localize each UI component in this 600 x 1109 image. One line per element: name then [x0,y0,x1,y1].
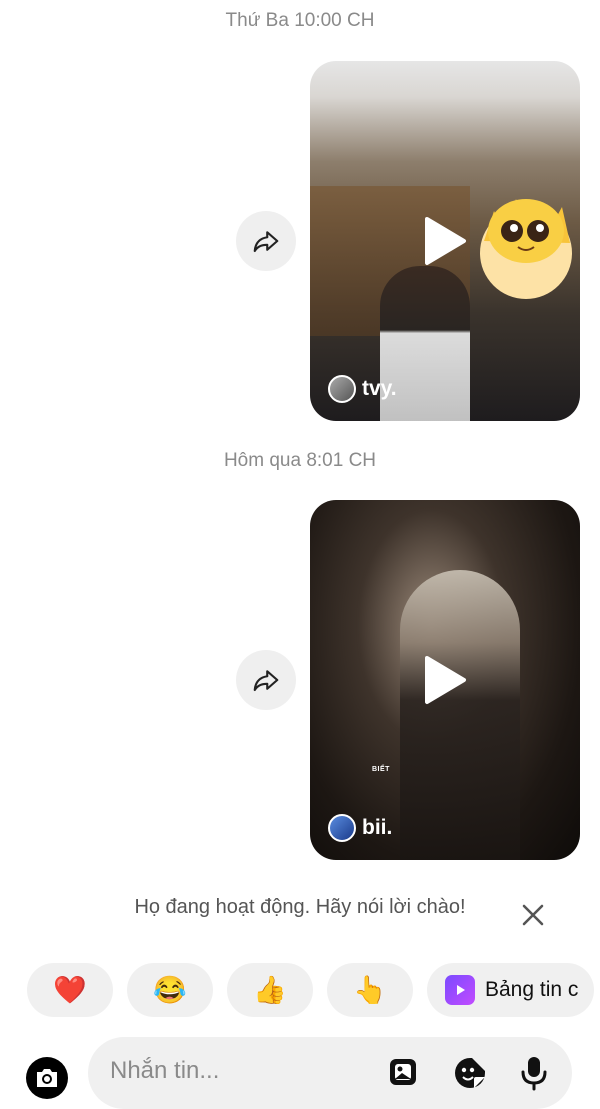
reel-author: tvy. [328,375,397,403]
play-icon [425,656,466,704]
feed-icon [445,975,475,1005]
share-icon [253,670,279,692]
message-timestamp: Thứ Ba 10:00 CH [225,10,375,31]
quick-reply-point-up[interactable]: 👆 [327,963,413,1017]
author-avatar [328,375,356,403]
reel-author-name: bii. [362,816,393,839]
message-input-container [88,1037,572,1109]
quick-reply-heart[interactable]: ❤️ [27,963,113,1017]
share-button[interactable] [236,650,296,710]
author-avatar [328,814,356,842]
play-icon [425,217,466,265]
feed-quick-reply[interactable]: Bảng tin c [427,963,595,1017]
activity-hint: Họ đang hoạt động. Hãy nói lời chào! [134,896,466,918]
share-icon [253,231,279,253]
microphone-icon[interactable] [516,1055,552,1091]
camera-icon [37,1069,57,1087]
composer-bar [0,1037,600,1109]
message-timestamp: Hôm qua 8:01 CH [223,450,377,471]
camera-button[interactable] [26,1057,68,1099]
gallery-icon[interactable] [386,1055,422,1091]
quick-reply-laugh[interactable]: 😂 [127,963,213,1017]
shared-reel[interactable]: BIẾT bii. [310,500,580,860]
quick-reply-thumbs-up[interactable]: 👍 [227,963,313,1017]
reel-author-name: tvy. [362,377,397,400]
quick-reply-bar: ❤️ 😂 👍 👆 Bảng tin c [27,963,595,1017]
close-icon[interactable] [518,900,548,930]
shared-reel[interactable]: tvy. [310,61,580,421]
sticker-icon[interactable] [452,1055,488,1091]
share-button[interactable] [236,211,296,271]
reel-thumbnail [400,570,520,860]
feed-label: Bảng tin c [485,978,579,1001]
reel-caption: BIẾT [372,766,390,773]
message-input[interactable] [108,1056,372,1086]
egg-chick-sticker [480,199,572,299]
reel-author: bii. [328,814,392,842]
